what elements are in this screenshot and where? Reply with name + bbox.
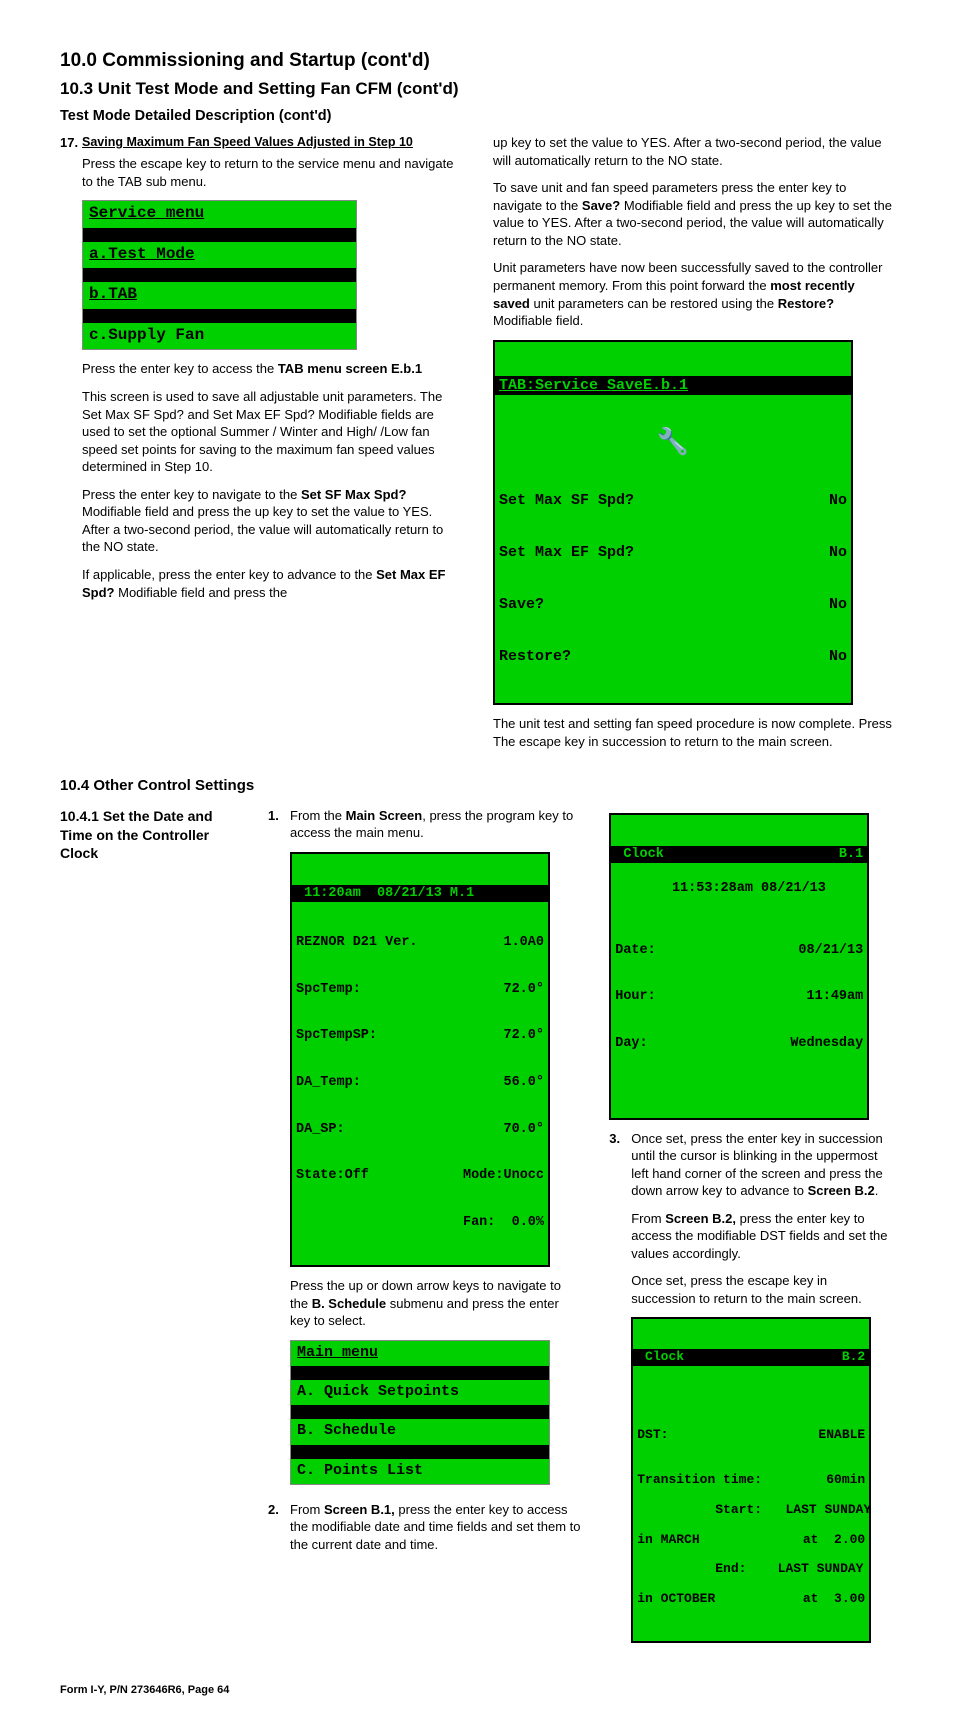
page-title-2: 10.3 Unit Test Mode and Setting Fan CFM …: [60, 78, 894, 101]
paragraph: Press the up or down arrow keys to navig…: [290, 1277, 581, 1330]
subheading: Test Mode Detailed Description (cont'd): [60, 107, 894, 127]
paragraph: Press the enter key to access the TAB me…: [82, 360, 461, 378]
list-number: 3.: [609, 1130, 625, 1654]
paragraph: Unit parameters have now been successful…: [493, 259, 894, 329]
paragraph: Once set, press the enter key in success…: [631, 1130, 894, 1200]
paragraph: From Screen B.1, press the enter key to …: [290, 1501, 581, 1554]
left-column: 17. Saving Maximum Fan Speed Values Adju…: [60, 134, 461, 760]
paragraph: If applicable, press the enter key to ad…: [82, 566, 461, 601]
list-number: 1.: [268, 807, 284, 1495]
menu-item-b: B. Schedule: [291, 1419, 549, 1444]
paragraph: This screen is used to save all adjustab…: [82, 388, 461, 476]
page-footer: Form I-Y, P/N 273646R6, Page 64: [60, 1683, 894, 1698]
paragraph: The unit test and setting fan speed proc…: [493, 715, 894, 750]
section-heading: 10.4 Other Control Settings: [60, 776, 894, 796]
clock-b1-lcd: ClockB.1 11:53:28am 08/21/13 Date:08/21/…: [609, 813, 869, 1120]
lower-right-column: ClockB.1 11:53:28am 08/21/13 Date:08/21/…: [609, 807, 894, 1659]
menu-title: Main menu: [291, 1341, 549, 1366]
list-number: 2.: [268, 1501, 284, 1564]
paragraph: To save unit and fan speed parameters pr…: [493, 179, 894, 249]
service-menu-lcd: Service menu a.Test Mode b.TAB c.Supply …: [82, 200, 357, 350]
menu-item-c: c.Supply Fan: [83, 323, 356, 350]
step-number: 17.: [60, 134, 76, 611]
right-column: up key to set the value to YES. After a …: [493, 134, 894, 760]
paragraph: up key to set the value to YES. After a …: [493, 134, 894, 169]
menu-item-a: A. Quick Setpoints: [291, 1380, 549, 1405]
paragraph: From Screen B.2, press the enter key to …: [631, 1210, 894, 1263]
lower-mid-column: 1. From the Main Screen, press the progr…: [268, 807, 581, 1659]
paragraph: Press the escape key to return to the se…: [82, 155, 461, 190]
menu-divider: [291, 1405, 549, 1419]
menu-item-c: C. Points List: [291, 1459, 549, 1484]
menu-item-a: a.Test Mode: [83, 242, 356, 269]
menu-item-b: b.TAB: [83, 282, 356, 309]
menu-divider: [291, 1445, 549, 1459]
menu-divider: [83, 228, 356, 242]
step-title: Saving Maximum Fan Speed Values Adjusted…: [82, 134, 461, 151]
paragraph: Press the enter key to navigate to the S…: [82, 486, 461, 556]
menu-divider: [83, 309, 356, 323]
paragraph: From the Main Screen, press the program …: [290, 807, 581, 842]
clock-b2-lcd: ClockB.2 DST:ENABLE Transition time:60mi…: [631, 1317, 871, 1643]
menu-title: Service menu: [83, 201, 356, 228]
wrench-icon: 🔧: [499, 430, 847, 456]
menu-divider: [291, 1366, 549, 1380]
subsection-heading: 10.4.1 Set the Date and Time on the Cont…: [60, 807, 240, 864]
paragraph: Once set, press the escape key in succes…: [631, 1272, 894, 1307]
tab-service-save-lcd: TAB:Service SaveE.b.1 🔧 Set Max SF Spd?N…: [493, 340, 853, 706]
page-title-1: 10.0 Commissioning and Startup (cont'd): [60, 48, 894, 74]
menu-divider: [83, 268, 356, 282]
main-screen-lcd: 11:20am 08/21/13 M.1 REZNOR D21 Ver.1.0A…: [290, 852, 550, 1267]
main-menu-lcd: Main menu A. Quick Setpoints B. Schedule…: [290, 1340, 550, 1485]
